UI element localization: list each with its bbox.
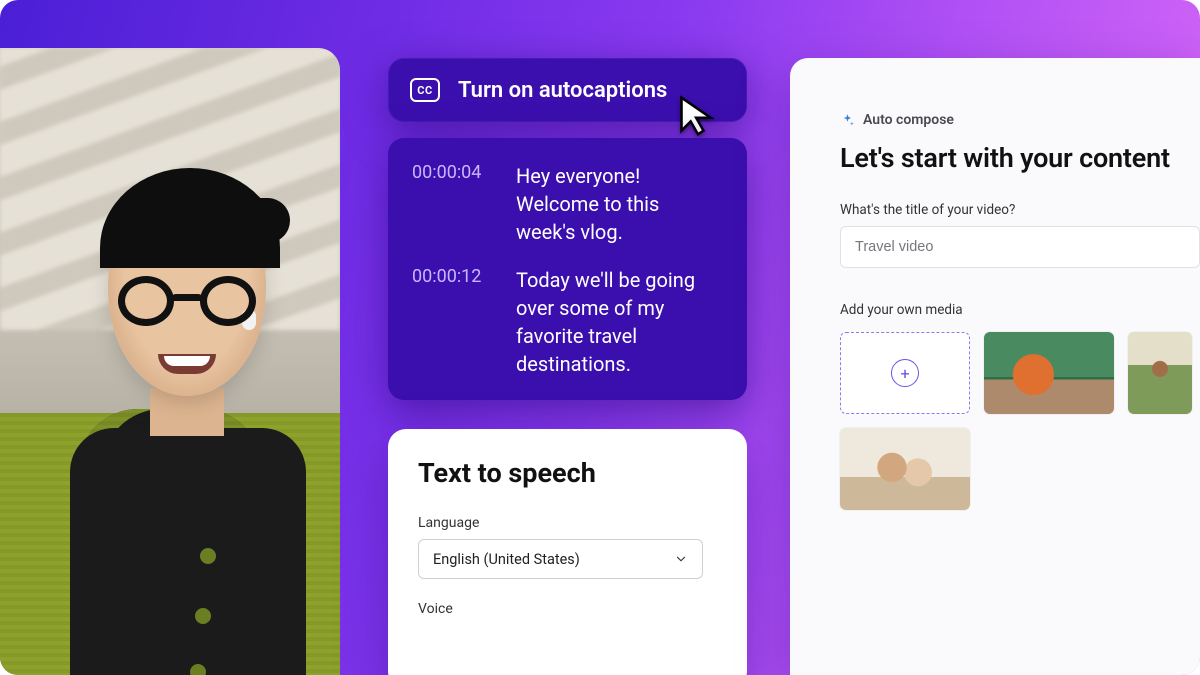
caption-text: Hey everyone! Welcome to this week's vlo… bbox=[516, 162, 723, 246]
presenter-photo bbox=[0, 48, 340, 675]
plus-icon: + bbox=[891, 359, 919, 387]
captions-card: 00:00:04 Hey everyone! Welcome to this w… bbox=[388, 138, 747, 400]
auto-compose-badge: Auto compose bbox=[840, 112, 1200, 128]
caption-timestamp: 00:00:12 bbox=[412, 266, 498, 378]
caption-row[interactable]: 00:00:12 Today we'll be going over some … bbox=[412, 266, 723, 378]
autocaptions-label: Turn on autocaptions bbox=[458, 78, 667, 103]
media-thumbnail[interactable] bbox=[840, 428, 970, 510]
tts-heading: Text to speech bbox=[418, 457, 717, 489]
text-to-speech-panel: Text to speech Language English (United … bbox=[388, 429, 747, 675]
media-thumbnail[interactable] bbox=[1128, 332, 1192, 414]
auto-compose-panel: Auto compose Let's start with your conte… bbox=[790, 58, 1200, 675]
language-select[interactable]: English (United States) bbox=[418, 539, 703, 579]
auto-compose-badge-text: Auto compose bbox=[863, 112, 954, 128]
app-canvas: CC Turn on autocaptions 00:00:04 Hey eve… bbox=[0, 0, 1200, 675]
cursor-icon bbox=[676, 94, 720, 138]
language-label: Language bbox=[418, 515, 717, 531]
video-title-input[interactable] bbox=[840, 226, 1200, 268]
caption-row[interactable]: 00:00:04 Hey everyone! Welcome to this w… bbox=[412, 162, 723, 246]
title-question-label: What's the title of your video? bbox=[840, 202, 1200, 218]
language-value: English (United States) bbox=[433, 551, 580, 568]
sparkle-icon bbox=[840, 113, 855, 128]
caption-text: Today we'll be going over some of my fav… bbox=[516, 266, 723, 378]
voice-label: Voice bbox=[418, 601, 717, 617]
cc-icon: CC bbox=[410, 78, 440, 102]
add-media-button[interactable]: + bbox=[840, 332, 970, 414]
add-media-label: Add your own media bbox=[840, 302, 1200, 318]
caption-timestamp: 00:00:04 bbox=[412, 162, 498, 246]
compose-heading: Let's start with your content bbox=[840, 142, 1200, 174]
media-thumbnail[interactable] bbox=[984, 332, 1114, 414]
chevron-down-icon bbox=[674, 552, 688, 566]
media-grid: + bbox=[840, 332, 1200, 510]
